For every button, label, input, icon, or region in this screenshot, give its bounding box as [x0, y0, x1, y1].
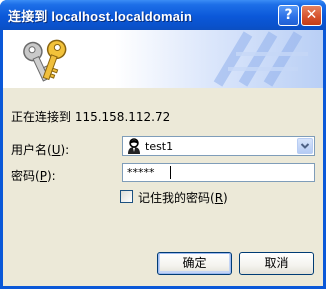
connecting-text: 正在连接到 115.158.112.72 [11, 110, 171, 124]
dropdown-button[interactable] [297, 138, 313, 154]
text-caret [170, 166, 171, 179]
password-value: ***** [127, 166, 155, 179]
ok-button[interactable]: 确定 [157, 252, 232, 275]
username-label: 用户名(U): [11, 143, 70, 157]
close-button[interactable]: ✕ [301, 5, 322, 26]
username-value: test1 [145, 140, 174, 153]
login-dialog-window: 连接到 localhost.localdomain ? ✕ 正在连接到 115.… [0, 0, 326, 289]
window-title: 连接到 localhost.localdomain [8, 9, 193, 24]
watermark-logo-icon [213, 31, 308, 87]
remember-password-checkbox[interactable] [120, 190, 133, 203]
username-combobox[interactable]: test1 [122, 136, 315, 156]
remember-password-label[interactable]: 记住我的密码(R) [138, 189, 228, 206]
title-bar[interactable]: 连接到 localhost.localdomain ? ✕ [0, 0, 326, 30]
keys-icon [23, 39, 67, 82]
password-label: 密码(P): [11, 169, 56, 183]
user-icon [128, 138, 140, 154]
password-field[interactable]: ***** [122, 163, 315, 182]
help-button[interactable]: ? [278, 5, 299, 26]
cancel-button[interactable]: 取消 [239, 252, 314, 275]
dialog-body: 正在连接到 115.158.112.72 用户名(U): test1 密码(P)… [3, 30, 323, 286]
chevron-down-icon [300, 143, 310, 149]
banner [3, 30, 323, 88]
